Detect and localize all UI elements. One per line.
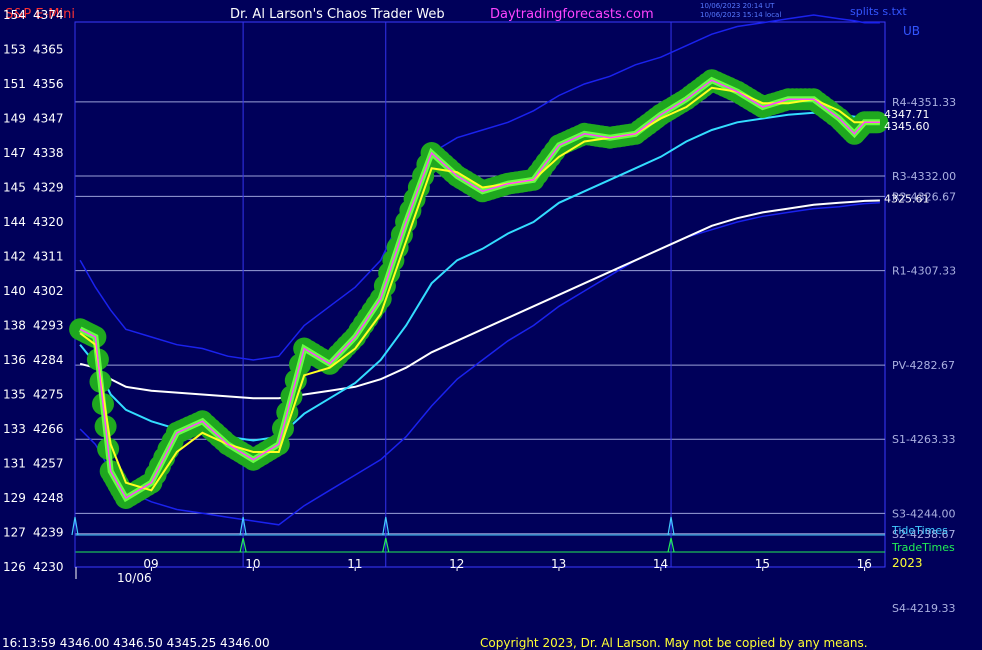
y-tick-price: 4248: [33, 491, 64, 505]
timestamp-utc: 10/06/2023 20:14 UT: [700, 2, 775, 10]
y-tick-points: 140: [3, 284, 26, 298]
y-tick-points: 126: [3, 560, 26, 574]
right-value-label: 4325.61: [884, 192, 930, 205]
envelope-bands: [79, 14, 880, 526]
pivot-label: R1-4307.33: [892, 265, 956, 278]
x-tick-label: 12: [449, 557, 464, 571]
x-axis-labels: 09 10 11 12 13 14 15 16 10/06 2023: [75, 556, 923, 585]
pivot-label: S3-4244.00: [892, 507, 955, 520]
x-tick-label: 10: [245, 557, 260, 571]
y-axis-labels: 154 4374 153 4365 151 4356 149 4347 147 4338 145 43…: [3, 8, 64, 574]
y-tick-price: 4311: [33, 250, 64, 264]
pivot-label: S4-4219.33: [892, 602, 955, 615]
y-tick-price: 4230: [33, 560, 64, 574]
right-value-label: 4345.60: [884, 120, 930, 133]
x-tick-label: 09: [143, 557, 158, 571]
timestamp-local: 10/06/2023 15:14 local: [700, 11, 781, 19]
y-tick-points: 153: [3, 43, 26, 57]
pivot-label: PV-4282.67: [892, 359, 955, 372]
y-tick-points: 133: [3, 422, 26, 436]
y-tick-points: 135: [3, 388, 26, 402]
y-tick-points: 131: [3, 457, 26, 471]
y-tick-price: 4239: [33, 526, 64, 540]
lower-band-line: [79, 202, 880, 526]
y-tick-points: 138: [3, 319, 26, 333]
split-label: splits s.txt: [850, 5, 907, 18]
tide-times-label: TideTimes: [891, 524, 948, 537]
y-tick-price: 4302: [33, 284, 64, 298]
date-label: 10/06: [117, 571, 152, 585]
y-tick-points: 127: [3, 526, 26, 540]
ub-label: UB: [903, 24, 920, 38]
y-tick-points: 149: [3, 112, 26, 126]
white-average-line: [79, 199, 880, 400]
y-tick-price: 4320: [33, 215, 64, 229]
price-trace: [69, 69, 889, 509]
copyright-notice: Copyright 2023, Dr. Al Larson. May not b…: [480, 636, 868, 650]
y-tick-points: 144: [3, 215, 26, 229]
trade-times-label: TradeTimes: [891, 541, 955, 554]
y-tick-price: 4374: [33, 8, 64, 22]
y-tick-price: 4275: [33, 388, 64, 402]
y-tick-price: 4338: [33, 146, 64, 160]
x-tick-label: 11: [347, 557, 362, 571]
site-label: Daytradingforecasts.com: [490, 7, 654, 22]
y-tick-points: 145: [3, 181, 26, 195]
pivot-label: S1-4263.33: [892, 433, 955, 446]
chaos-trader-chart: S&P E-Mini Dr. Al Larson's Chaos Trader …: [2, 2, 956, 650]
y-tick-price: 4356: [33, 77, 64, 91]
y-tick-price: 4284: [33, 353, 64, 367]
y-tick-price: 4257: [33, 457, 64, 471]
y-tick-price: 4365: [33, 43, 64, 57]
y-tick-points: 129: [3, 491, 26, 505]
x-tick-label: 13: [551, 557, 566, 571]
x-tick-label: 16: [857, 557, 872, 571]
y-tick-price: 4347: [33, 112, 64, 126]
year-label: 2023: [892, 556, 923, 570]
x-tick-label: 14: [653, 557, 668, 571]
x-tick-label: 15: [755, 557, 770, 571]
moving-averages: [79, 111, 880, 442]
cyan-average-line: [79, 111, 880, 442]
chart-title: Dr. Al Larson's Chaos Trader Web: [230, 7, 445, 22]
last-bar-readout: 16:13:59 4346.00 4346.50 4345.25 4346.00: [2, 636, 270, 650]
pivot-label: R3-4332.00: [892, 170, 956, 183]
y-tick-points: 136: [3, 353, 26, 367]
y-tick-price: 4329: [33, 181, 64, 195]
y-tick-points: 142: [3, 250, 26, 264]
y-tick-price: 4293: [33, 319, 64, 333]
right-value-label: 4347.71: [884, 108, 930, 121]
y-tick-points: 151: [3, 77, 26, 91]
y-tick-points: 147: [3, 146, 26, 160]
y-tick-price: 4266: [33, 422, 64, 436]
y-tick-points: 154: [3, 8, 26, 22]
